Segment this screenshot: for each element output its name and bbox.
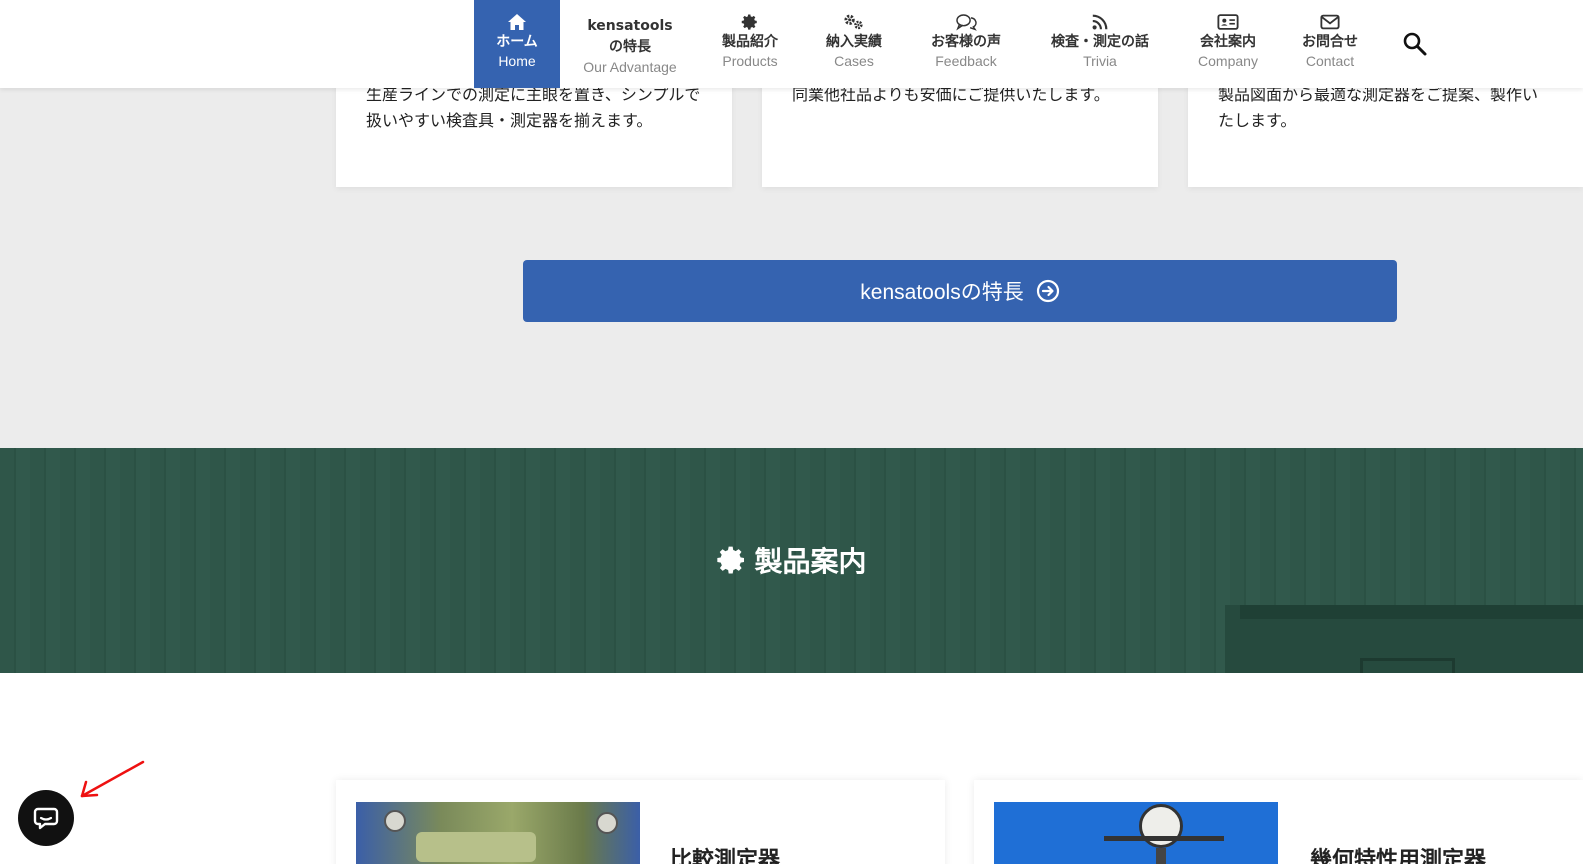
feature-text: 製品図面から最適な測定器をご提案、製作いたします。 (1218, 85, 1539, 130)
product-title: 幾何特性用測定器 (1310, 848, 1487, 864)
banner-door-shape (1360, 658, 1455, 673)
nav-company-label: 会社案内 (1200, 34, 1256, 50)
nav-feedback[interactable]: お客様の声 Feedback (916, 0, 1016, 88)
nav-home-label: ホーム (496, 34, 538, 50)
nav-products[interactable]: 製品紹介 Products (712, 0, 788, 88)
nav-home-sublabel: Home (498, 53, 536, 69)
nav-trivia-label: 検査・測定の話 (1051, 34, 1149, 50)
product-image (356, 802, 640, 864)
nav-cases[interactable]: 納入実績 Cases (814, 0, 894, 88)
nav-trivia-sublabel: Trivia (1083, 53, 1117, 69)
id-card-icon (1217, 12, 1239, 32)
products-section-title-text: 製品案内 (754, 545, 867, 578)
nav-advantage-label-1: kensatools (587, 18, 673, 34)
nav-products-label: 製品紹介 (722, 34, 778, 50)
product-title: 比較測定器 (670, 848, 781, 864)
rss-icon (1091, 12, 1109, 32)
annotation-arrow (80, 760, 145, 798)
cta-label: kensatoolsの特長 (860, 281, 1024, 304)
nav-advantage-sublabel: Our Advantage (583, 59, 677, 75)
search-icon[interactable] (1402, 31, 1428, 57)
nav-contact[interactable]: お問合せ Contact (1290, 0, 1370, 88)
nav-cases-label: 納入実績 (826, 34, 882, 50)
nav-company[interactable]: 会社案内 Company (1188, 0, 1268, 88)
product-card[interactable]: 比較測定器 (336, 780, 945, 864)
nav-contact-label: お問合せ (1302, 34, 1358, 50)
products-section-title: 製品案内 (0, 540, 1583, 580)
feature-text: 生産ラインでの測定に主眼を置き、シンプルで扱いやすい検査具・測定器を揃えます。 (366, 85, 701, 130)
nav-trivia[interactable]: 検査・測定の話 Trivia (1038, 0, 1162, 88)
nav-home[interactable]: ホーム Home (474, 0, 560, 88)
nav-feedback-sublabel: Feedback (935, 53, 997, 69)
nav-contact-sublabel: Contact (1305, 53, 1355, 69)
header-nav: ホーム Home kensatools の特長 Our Advantage 製品… (0, 0, 1583, 88)
banner-roof-shape (1240, 605, 1583, 619)
product-card[interactable]: 幾何特性用測定器 (974, 780, 1583, 864)
gear-icon (741, 12, 759, 32)
nav-feedback-label: お客様の声 (931, 34, 1001, 50)
products-section-banner: 製品案内 (0, 448, 1583, 673)
nav-advantage-label-2: の特長 (609, 39, 651, 55)
nav-cases-sublabel: Cases (834, 53, 874, 69)
chat-icon (33, 807, 59, 830)
product-image (994, 802, 1278, 864)
nav-advantage[interactable]: kensatools の特長 Our Advantage (574, 0, 686, 88)
arrow-circle-right-icon (1036, 279, 1059, 303)
chat-bubbles-icon (955, 12, 977, 32)
nav-company-sublabel: Company (1198, 53, 1258, 69)
gears-icon (843, 12, 865, 32)
gear-icon (717, 546, 745, 574)
advantage-cta-button[interactable]: kensatoolsの特長 (523, 260, 1397, 322)
home-icon (507, 12, 527, 32)
nav-products-sublabel: Products (722, 53, 778, 69)
envelope-icon (1320, 12, 1340, 32)
chat-widget-button[interactable] (18, 790, 74, 846)
